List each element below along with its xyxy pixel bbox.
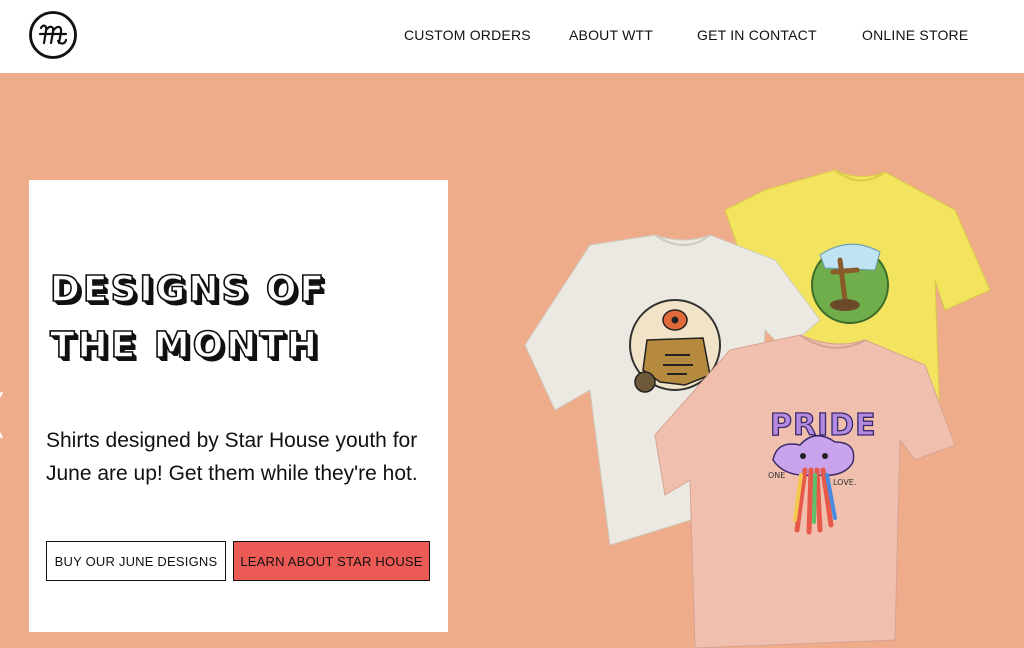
nav-about-wtt[interactable]: ABOUT WTT <box>569 27 653 43</box>
hero-title-line-2: THE MONTH <box>49 324 321 367</box>
buy-june-designs-button[interactable]: BUY OUR JUNE DESIGNS <box>46 541 226 581</box>
featured-shirts-image: PRIDE ONE LOVE. <box>524 169 991 648</box>
learn-about-star-house-button[interactable]: LEARN ABOUT STAR HOUSE <box>233 541 430 581</box>
hero-title: DESIGNS OF THE MONTH <box>49 262 430 374</box>
love-graphic-text: LOVE. <box>833 478 856 487</box>
nav-get-in-contact[interactable]: GET IN CONTACT <box>697 27 817 43</box>
slider-prev-button[interactable] <box>0 390 6 440</box>
hero-description: Shirts designed by Star House youth for … <box>46 429 418 485</box>
site-header: CUSTOM ORDERS ABOUT WTT GET IN CONTACT O… <box>0 0 1024 73</box>
page: CUSTOM ORDERS ABOUT WTT GET IN CONTACT O… <box>0 0 1024 648</box>
hero-title-line-1: DESIGNS OF <box>49 268 328 311</box>
wtt-logo-icon <box>29 11 77 59</box>
one-graphic-text: ONE <box>768 471 785 480</box>
logo[interactable] <box>28 10 78 60</box>
chevron-left-icon <box>0 391 3 439</box>
nav-custom-orders[interactable]: CUSTOM ORDERS <box>404 27 531 43</box>
nav-online-store[interactable]: ONLINE STORE <box>862 27 968 43</box>
